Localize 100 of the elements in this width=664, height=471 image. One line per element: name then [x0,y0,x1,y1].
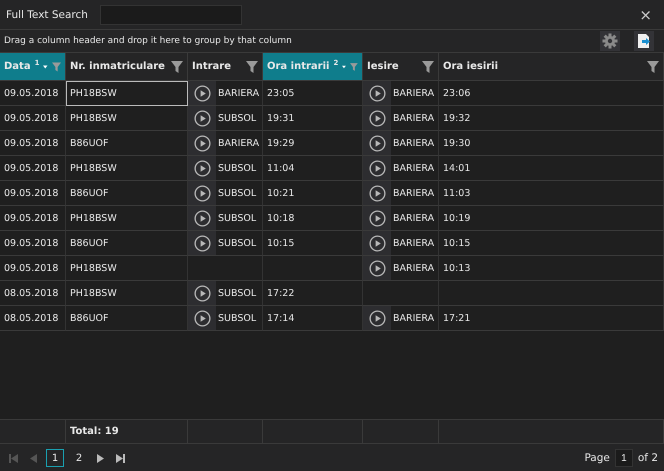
play-icon [194,310,210,326]
gate-name: SUBSOL [218,112,256,124]
time-cell: 11:04 [267,162,294,174]
play-button[interactable] [188,231,216,255]
date-cell: 09.05.2018 [4,112,58,124]
settings-button[interactable] [600,31,620,51]
play-icon [368,234,386,252]
date-cell: 09.05.2018 [4,138,58,148]
play-button[interactable] [188,281,216,305]
time-cell: 14:01 [443,162,470,174]
export-button[interactable] [634,31,654,51]
search-label: Full Text Search [6,8,88,20]
time-cell: 17:22 [267,288,294,298]
page-number-field[interactable]: 1 [614,449,633,467]
play-button[interactable] [363,181,391,205]
play-button[interactable] [363,131,391,155]
date-cell: 09.05.2018 [4,212,58,224]
gate-name: BARIERA [393,138,434,148]
gate-name: BARIERA [393,238,434,248]
gate-name: SUBSOL [218,238,256,248]
page-button[interactable]: 1 [46,449,64,467]
play-icon [194,284,210,302]
gate-name: SUBSOL [218,188,256,198]
plate-cell: PH18BSW [70,162,117,174]
gate-name: BARIERA [393,262,434,274]
close-button[interactable]: × [633,6,658,24]
play-icon [368,160,386,176]
search-field[interactable] [100,4,242,24]
gate-name: SUBSOL [218,312,256,324]
play-button[interactable] [363,156,391,180]
page-button[interactable]: 2 [70,449,88,467]
gate-name: BARIERA [393,312,434,324]
time-cell: 23:05 [267,88,294,98]
time-cell: 10:19 [443,212,470,224]
time-cell: 10:15 [443,238,470,248]
column-header[interactable]: Nr. inmatriculare [66,53,188,81]
time-cell: 10:21 [267,188,294,198]
play-button[interactable] [363,81,391,105]
date-cell: 09.05.2018 [4,188,58,198]
time-cell: 11:03 [443,188,470,198]
play-icon [368,260,386,276]
play-icon [194,134,210,152]
play-icon [368,210,386,226]
export-icon [637,33,651,49]
gate-name: BARIERA [218,138,260,148]
play-button[interactable] [363,231,391,255]
date-cell: 09.05.2018 [4,162,58,174]
play-button[interactable] [188,306,216,330]
sort-descending-icon [342,64,346,68]
date-cell: 09.05.2018 [4,262,58,274]
gate-name: BARIERA [393,162,434,174]
time-cell: 23:06 [443,88,470,98]
filter-icon[interactable] [246,60,258,72]
play-button[interactable] [188,181,216,205]
play-button[interactable] [363,106,391,130]
time-cell: 17:21 [443,312,470,324]
plate-cell: B86UOF [70,312,109,324]
date-cell: 09.05.2018 [4,88,58,98]
date-cell: 08.05.2018 [4,288,58,298]
filter-icon[interactable] [171,60,183,72]
plate-cell: B86UOF [70,188,109,198]
gate-name: SUBSOL [218,162,256,174]
gate-name: SUBSOL [218,212,256,224]
gate-name: SUBSOL [218,288,256,298]
column-header[interactable]: Ora iesirii [439,53,664,81]
last-page-button[interactable] [113,454,128,462]
play-button[interactable] [363,256,391,280]
filter-icon[interactable] [422,60,434,72]
play-icon [194,184,210,202]
sort-descending-icon [43,64,48,68]
time-cell: 10:15 [267,238,294,248]
play-button[interactable] [188,131,216,155]
column-header[interactable]: Intrare [188,53,263,81]
page-count: of 2 [638,452,658,464]
play-button[interactable] [188,106,216,130]
time-cell: 10:18 [267,212,294,224]
column-header[interactable]: Iesire [363,53,439,81]
time-cell: 10:13 [443,262,470,274]
plate-cell: PH18BSW [70,288,117,298]
play-icon [194,210,210,226]
play-icon [368,184,386,202]
play-button[interactable] [188,156,216,180]
gate-name: BARIERA [393,212,434,224]
play-icon [368,110,386,126]
play-icon [194,84,210,102]
time-cell: 17:14 [267,312,294,324]
plate-cell: B86UOF [70,238,109,248]
date-cell: 09.05.2018 [4,238,58,248]
gate-name: BARIERA [393,188,434,198]
play-button[interactable] [188,206,216,230]
play-icon [194,234,210,252]
total-count: Total: 19 [70,426,119,437]
play-button[interactable] [363,206,391,230]
gate-name: BARIERA [393,112,434,124]
play-icon [368,310,386,326]
play-button[interactable] [188,81,216,105]
time-cell: 19:30 [443,138,470,148]
filter-icon[interactable] [647,60,659,72]
play-icon [368,84,386,102]
play-button[interactable] [363,306,391,330]
